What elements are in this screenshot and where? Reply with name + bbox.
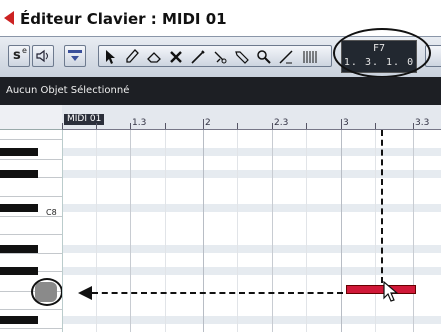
info-toggle-icon	[68, 50, 82, 61]
pencil-tool-icon[interactable]	[124, 49, 140, 65]
speaker-icon	[36, 49, 48, 63]
arrowhead-icon	[78, 286, 92, 300]
acoustic-feedback-button[interactable]	[32, 45, 54, 67]
line-shape-tool-icon[interactable]	[278, 49, 294, 65]
ruler-mark: 2	[205, 118, 211, 128]
vertical-guide-arrow	[381, 130, 383, 283]
midi-note[interactable]	[346, 285, 416, 294]
ruler-mark: 3.3	[415, 118, 430, 128]
zoom-tool-icon[interactable]	[256, 49, 272, 65]
key-highlight-circle	[31, 278, 63, 306]
octave-label: C8	[46, 208, 57, 217]
line-tool-icon[interactable]	[234, 49, 250, 65]
editor-arrow-icon	[4, 11, 14, 25]
horizontal-guide-arrow	[92, 292, 343, 294]
ruler-mark: 3	[343, 118, 349, 128]
eraser-tool-icon[interactable]	[146, 49, 162, 65]
black-key[interactable]	[0, 204, 38, 212]
draw-tool-icon[interactable]	[190, 49, 206, 65]
quantize-grid-icon[interactable]	[302, 49, 318, 65]
tool-group	[98, 45, 332, 67]
ruler-mark: 2.3	[274, 118, 289, 128]
solo-editor-button[interactable]: s e	[8, 45, 30, 67]
black-key[interactable]	[0, 170, 38, 178]
info-line-text: Aucun Objet Sélectionné	[6, 85, 130, 96]
part-label: MIDI 01	[64, 114, 105, 125]
black-key[interactable]	[0, 316, 38, 324]
display-highlight-circle	[333, 28, 431, 78]
ruler-corner	[0, 105, 62, 130]
split-tool-icon[interactable]	[212, 49, 228, 65]
show-info-button[interactable]	[64, 45, 86, 67]
black-key[interactable]	[0, 267, 38, 275]
mouse-cursor-icon	[383, 281, 399, 302]
ruler-mark: 1.3	[132, 118, 147, 128]
black-key[interactable]	[0, 245, 38, 253]
mute-tool-icon[interactable]	[168, 49, 184, 65]
info-line: Aucun Objet Sélectionné	[0, 77, 441, 105]
arrow-tool-icon[interactable]	[102, 49, 118, 65]
black-key[interactable]	[0, 148, 38, 156]
window-title: Éditeur Clavier : MIDI 01	[20, 10, 227, 28]
ruler[interactable]: MIDI 01 1.3 2 2.3 3 3.3	[62, 105, 441, 130]
